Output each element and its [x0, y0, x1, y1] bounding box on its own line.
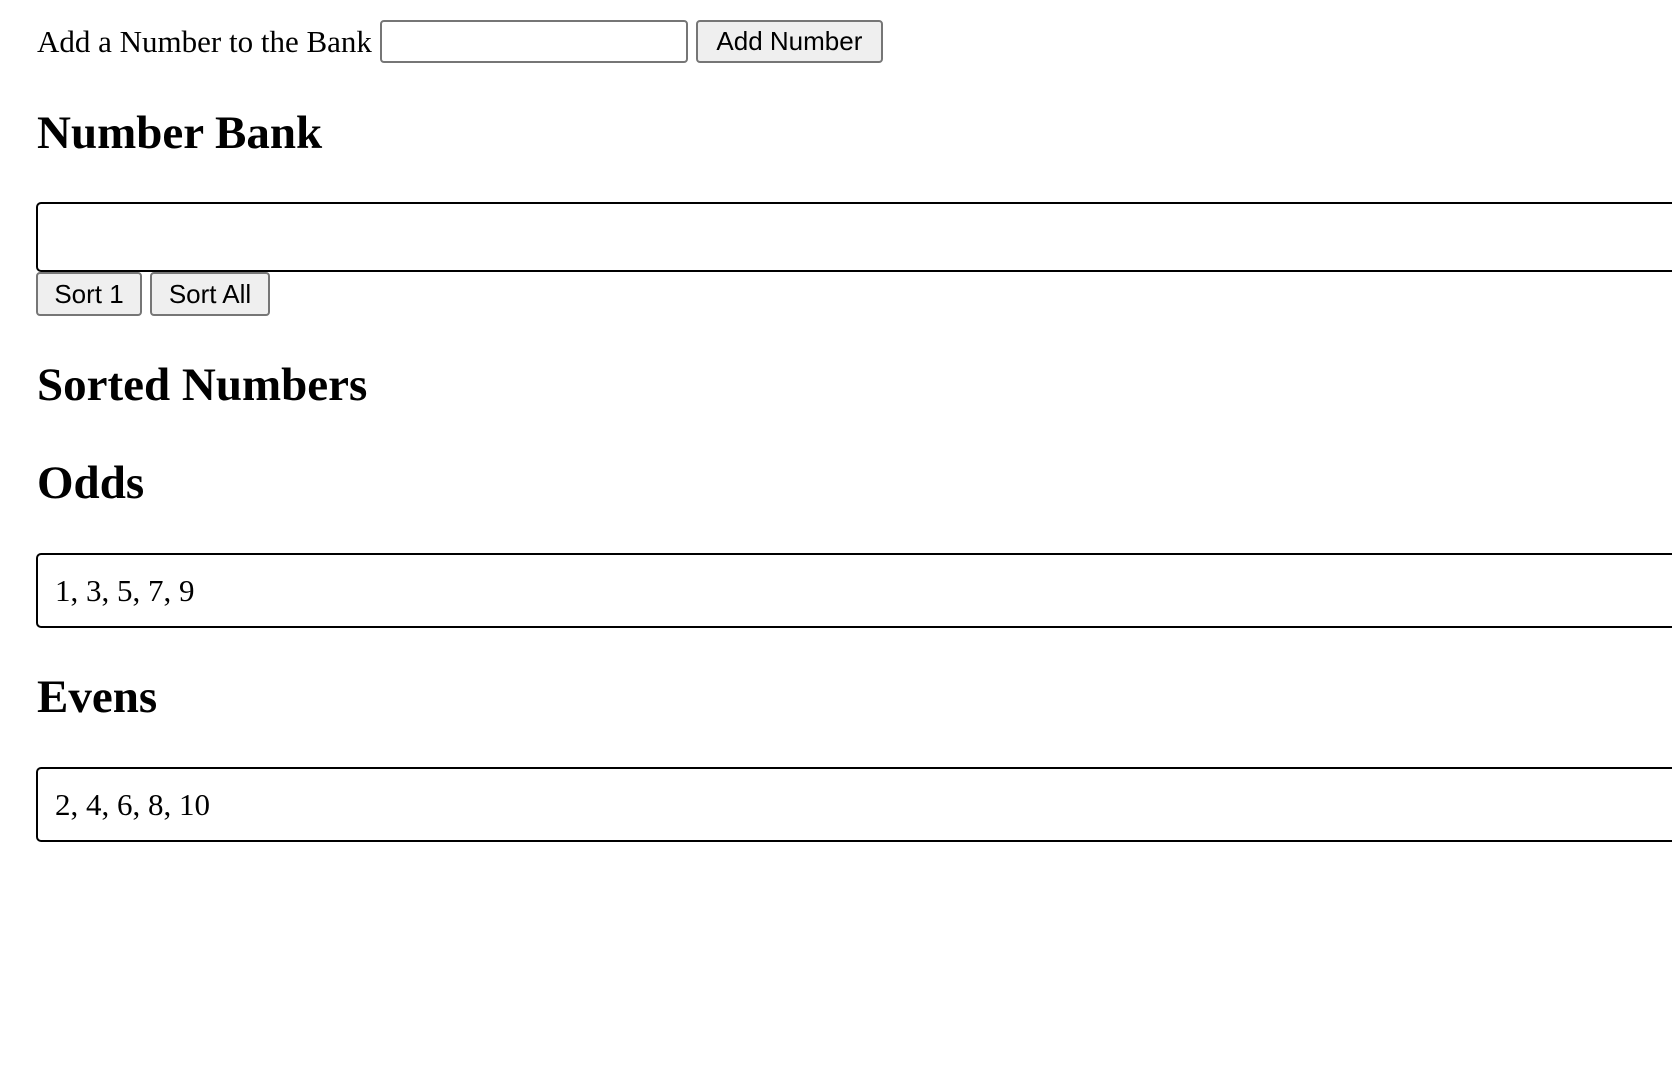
- add-number-label: Add a Number to the Bank: [37, 24, 372, 59]
- odds-heading: Odds: [37, 457, 145, 509]
- sort-all-button[interactable]: Sort All: [150, 272, 270, 316]
- evens-heading: Evens: [37, 671, 158, 723]
- sort-one-button[interactable]: Sort 1: [36, 272, 142, 316]
- odds-output: 1, 3, 5, 7, 9: [36, 553, 1672, 628]
- sort-controls: Sort 1 Sort All: [36, 272, 270, 316]
- add-number-form: Add a Number to the Bank Add Number: [37, 20, 883, 63]
- evens-output: 2, 4, 6, 8, 10: [36, 767, 1672, 842]
- number-bank-heading: Number Bank: [37, 107, 323, 159]
- sorted-numbers-heading: Sorted Numbers: [37, 359, 368, 411]
- number-input[interactable]: [379, 20, 688, 63]
- number-bank-output: [36, 202, 1672, 272]
- add-number-button[interactable]: Add Number: [695, 20, 883, 63]
